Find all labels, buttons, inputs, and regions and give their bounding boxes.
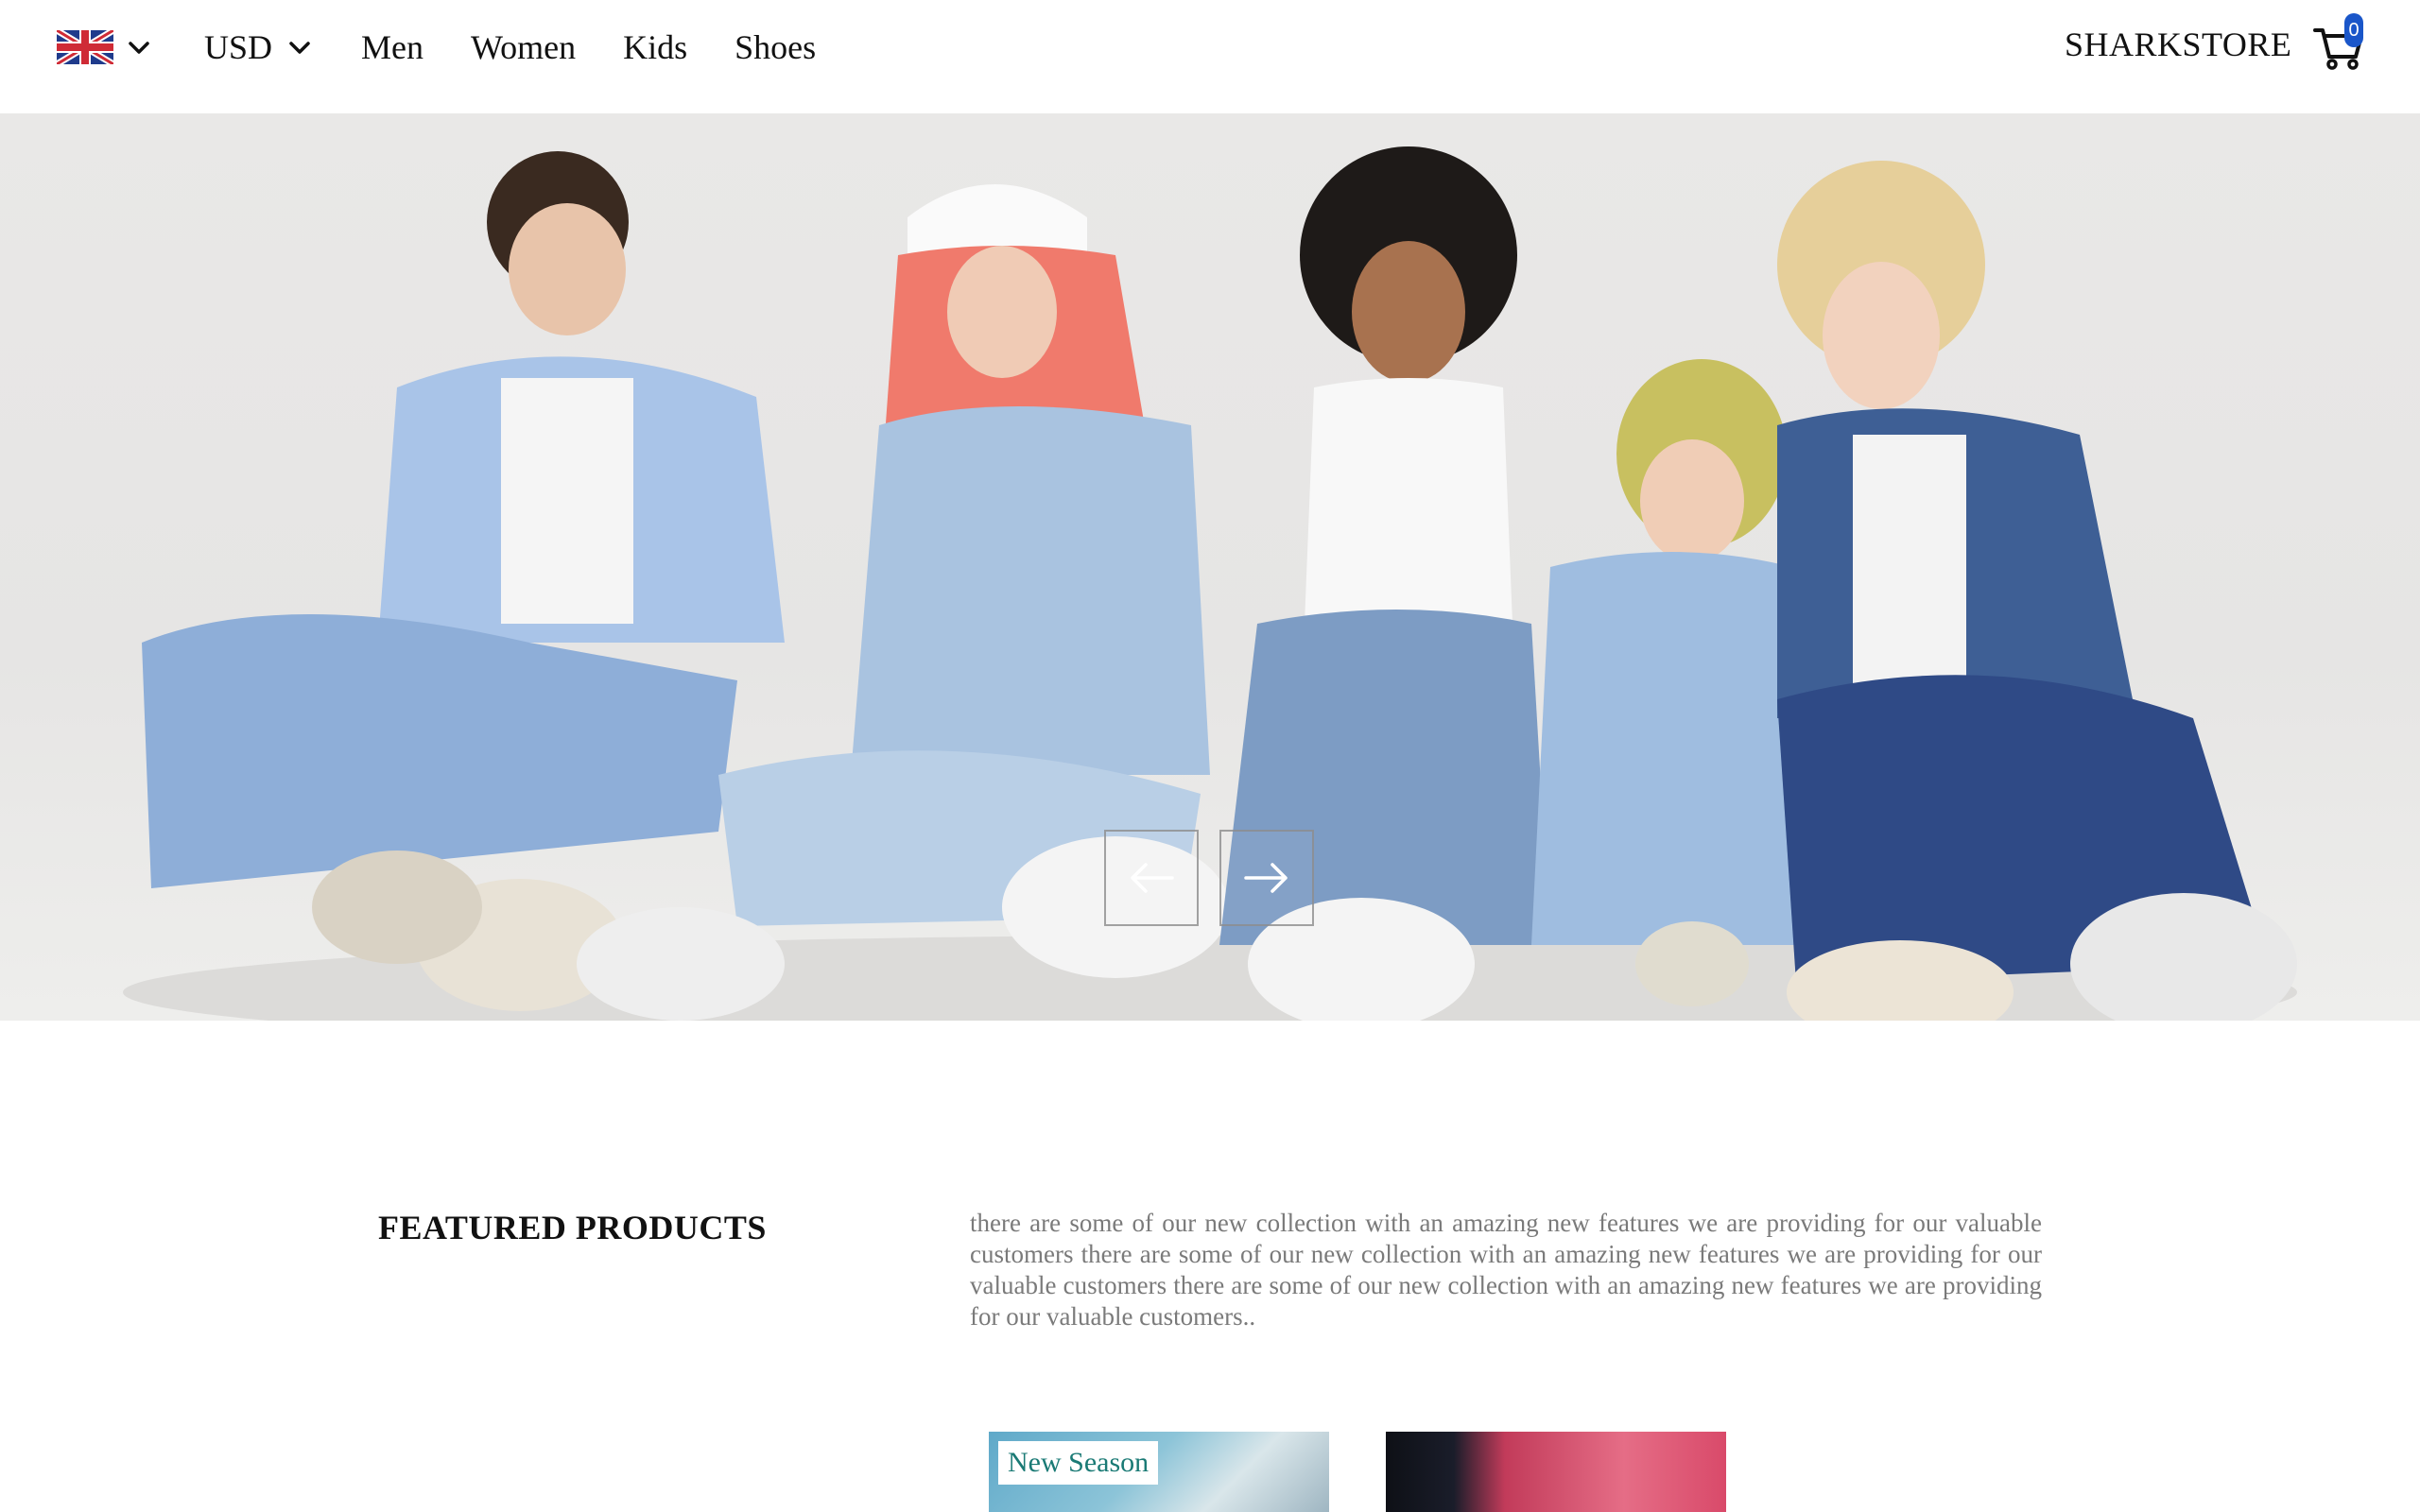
hero-image	[123, 146, 2297, 1021]
brand-logo[interactable]: SHARKSTORE	[2065, 25, 2291, 64]
product-card[interactable]: New Season	[989, 1432, 1329, 1512]
currency-select[interactable]: USD	[204, 27, 314, 67]
nav-left: USD Men Women Kids Shoes	[57, 21, 863, 74]
nav-link-kids[interactable]: Kids	[623, 27, 687, 67]
slider-prev-button[interactable]	[1104, 830, 1199, 926]
product-card[interactable]	[1386, 1432, 1726, 1512]
category-nav: Men Women Kids Shoes	[361, 27, 863, 67]
arrow-right-icon	[1244, 863, 1288, 893]
chevron-down-icon	[129, 42, 149, 54]
nav-link-shoes[interactable]: Shoes	[735, 27, 816, 67]
nav-link-men[interactable]: Men	[361, 27, 424, 67]
cart-button[interactable]: 0	[2312, 13, 2365, 70]
arrow-left-icon	[1131, 863, 1174, 893]
featured-products-description: there are some of our new collection wit…	[970, 1209, 2042, 1331]
uk-flag-icon	[57, 30, 113, 64]
currency-label: USD	[204, 28, 273, 66]
cart-count-badge: 0	[2344, 13, 2363, 47]
hero-slider	[0, 113, 2420, 1021]
nav-link-women[interactable]: Women	[471, 27, 576, 67]
featured-products-title: FEATURED PRODUCTS	[378, 1209, 767, 1246]
navbar: USD Men Women Kids Shoes SHARKSTORE 0	[0, 0, 2420, 113]
slider-next-button[interactable]	[1219, 830, 1314, 926]
new-season-badge: New Season	[998, 1441, 1159, 1485]
chevron-down-icon	[289, 42, 310, 54]
language-select[interactable]	[57, 30, 153, 64]
